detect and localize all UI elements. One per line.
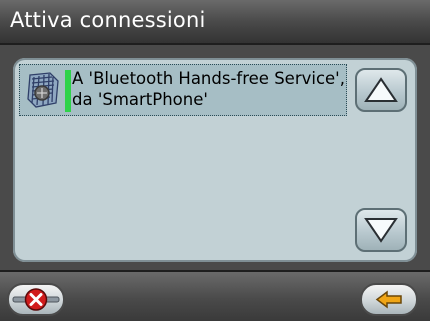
content-area: A 'Bluetooth Hands-free Service', da 'Sm… bbox=[0, 45, 430, 270]
window-title: Attiva connessioni bbox=[10, 8, 206, 32]
bluetooth-device-icon bbox=[22, 69, 64, 111]
up-arrow-icon bbox=[364, 77, 398, 102]
title-bar: Attiva connessioni bbox=[0, 0, 430, 45]
connection-status-indicator bbox=[65, 70, 71, 112]
cancel-x-icon bbox=[12, 288, 60, 311]
scroll-down-button[interactable] bbox=[355, 208, 407, 252]
list-item-label: A 'Bluetooth Hands-free Service', da 'Sm… bbox=[72, 69, 345, 109]
cancel-button[interactable] bbox=[7, 283, 65, 316]
bottom-bar bbox=[0, 270, 430, 321]
connections-panel: A 'Bluetooth Hands-free Service', da 'Sm… bbox=[13, 58, 417, 262]
screen: Attiva connessioni A 'Bluetooth Hands-fr… bbox=[0, 0, 430, 321]
back-arrow-icon bbox=[375, 290, 402, 309]
connections-list: A 'Bluetooth Hands-free Service', da 'Sm… bbox=[19, 64, 347, 256]
back-button[interactable] bbox=[360, 283, 418, 316]
list-item[interactable]: A 'Bluetooth Hands-free Service', da 'Sm… bbox=[19, 64, 347, 116]
down-arrow-icon bbox=[364, 218, 398, 243]
scroll-up-button[interactable] bbox=[355, 68, 407, 112]
